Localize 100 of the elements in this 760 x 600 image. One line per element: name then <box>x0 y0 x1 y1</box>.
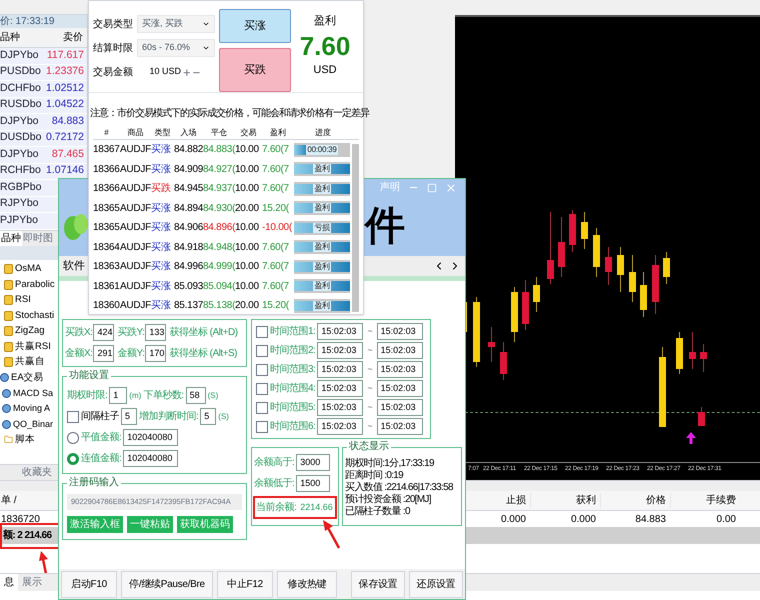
buy-down-button[interactable]: 买跌 <box>219 48 291 92</box>
progress-text: 00:00:39 <box>306 144 338 155</box>
time-field[interactable]: 15:02:03 <box>376 418 423 435</box>
input-field[interactable]: 102040080 <box>123 450 178 467</box>
table-cell-text: 0.00 <box>716 512 737 526</box>
navigator-item[interactable]: RSI <box>15 293 31 308</box>
time-field[interactable]: 15:02:03 <box>317 361 364 378</box>
banner-title: 件 <box>365 206 405 246</box>
dropdown[interactable]: 买涨, 买跌 <box>137 15 215 33</box>
candlestick <box>522 280 529 330</box>
table-cell-text: AUDJF <box>120 182 151 196</box>
navigator-item[interactable]: EA交易 <box>11 370 44 385</box>
bid-price: 1.02512 <box>45 80 85 96</box>
time-field[interactable]: 15:02:03 <box>317 342 364 359</box>
column-header: # <box>103 127 110 139</box>
field-label: 交易类型 <box>93 18 134 32</box>
checkbox[interactable] <box>256 344 268 356</box>
range-separator: ~ <box>366 420 374 433</box>
arrow-up-icon <box>685 431 697 445</box>
panel-tab[interactable]: 即时图 <box>22 230 54 246</box>
input-field[interactable]: 1 <box>109 387 128 404</box>
input-field[interactable]: 102040080 <box>123 429 178 446</box>
status-line: 期权时间:1分,17:33:19 <box>345 458 435 470</box>
field-label: 时间范围4: <box>270 382 316 396</box>
symbol-text[interactable]: PUSDbo <box>0 64 40 80</box>
time-field[interactable]: 15:02:03 <box>317 399 364 416</box>
navigator-item[interactable]: Parabolic <box>15 278 55 292</box>
navigator-item[interactable]: QO_Binar <box>13 418 54 431</box>
candlestick <box>698 406 705 426</box>
toolbar-button[interactable]: 还原设置 <box>409 571 463 598</box>
input-field[interactable]: 58 <box>186 387 206 404</box>
symbol-text[interactable]: DJPYbo <box>0 146 40 163</box>
symbol-text[interactable]: RUSDbo <box>0 97 40 114</box>
navigator-item[interactable]: MACD Sa <box>13 386 54 400</box>
table-cell-text: 10.00 <box>235 240 260 255</box>
time-field[interactable]: 15:02:03 <box>376 399 423 416</box>
amount-field[interactable]: 10 USD <box>137 65 181 79</box>
terminal-tab[interactable]: 息 <box>0 574 18 591</box>
navigator-item[interactable]: Moving A <box>13 402 50 416</box>
checkbox[interactable] <box>256 364 268 376</box>
symbol-text[interactable]: RCHFbo <box>0 163 40 180</box>
checkbox[interactable] <box>256 326 268 338</box>
symbol-text[interactable]: DJPYbo <box>0 114 40 130</box>
input-field[interactable]: 5 <box>121 408 137 425</box>
toolbar-button[interactable]: 中止F12 <box>217 571 273 598</box>
checkbox[interactable] <box>256 402 268 414</box>
menu-tab[interactable]: 软件 <box>63 258 85 274</box>
navigator-item[interactable]: ZigZag <box>15 324 45 338</box>
time-field[interactable]: 15:02:03 <box>376 380 423 397</box>
indicator-icon <box>4 310 13 321</box>
bid-price: 1.04522 <box>45 97 85 112</box>
radio-label: 平值金额: <box>81 430 122 445</box>
input-field[interactable]: 5 <box>200 408 216 425</box>
input-field[interactable]: 1500 <box>296 475 330 492</box>
navigator-item[interactable]: 共赢RSI <box>15 340 51 354</box>
toolbar-button[interactable]: 修改热键 <box>277 571 337 598</box>
toolbar-button[interactable]: 停/继续Pause/Bre <box>121 571 213 598</box>
input-field[interactable]: 170 <box>145 345 166 362</box>
indicator-icon <box>4 264 13 274</box>
input-field[interactable]: 3000 <box>296 454 330 471</box>
time-field[interactable]: 15:02:03 <box>317 380 364 397</box>
field-label: 时间范围1: <box>270 324 316 339</box>
checkbox[interactable] <box>67 410 79 422</box>
table-cell-text: 7.60(7 <box>262 182 290 196</box>
status-line: 预计投资金额 :20[MJ] <box>345 494 432 506</box>
terminal-tab[interactable]: 展示 <box>18 574 46 591</box>
navigator-item[interactable]: OsMA <box>15 262 42 276</box>
navigator-item[interactable]: 脚本 <box>15 432 35 447</box>
symbol-text[interactable]: DUSDbo <box>0 130 40 146</box>
radio-button[interactable] <box>67 452 79 464</box>
toolbar-button[interactable]: 启动F10 <box>61 571 117 598</box>
input-field[interactable]: 424 <box>93 324 114 341</box>
indicator-icon <box>4 326 13 336</box>
table-cell-text: 84.937( <box>203 182 235 196</box>
toolbar-button[interactable]: 保存设置 <box>351 571 405 598</box>
dropdown[interactable]: 60s - 76.0% <box>137 39 215 57</box>
symbol-text[interactable]: DCHFbo <box>0 80 40 97</box>
navigator-item[interactable]: Stochasti <box>15 308 54 323</box>
time-field[interactable]: 15:02:03 <box>376 342 423 359</box>
time-field[interactable]: 15:02:03 <box>317 418 364 435</box>
checkbox[interactable] <box>256 420 268 432</box>
checkbox[interactable] <box>256 382 268 394</box>
time-field[interactable]: 15:02:03 <box>376 323 423 340</box>
time-field[interactable]: 15:02:03 <box>376 361 423 378</box>
input-field[interactable]: 133 <box>145 324 166 341</box>
buy-up-button[interactable]: 买涨 <box>219 9 291 43</box>
table-cell-text: 84.896( <box>203 221 235 236</box>
unit-label: (S) <box>208 390 218 402</box>
stepper-control[interactable]: + <box>183 66 191 78</box>
panel-tab[interactable]: 品种 <box>0 230 22 246</box>
input-field[interactable]: 291 <box>93 345 114 362</box>
stepper-control[interactable]: − <box>192 66 200 78</box>
progress-text: 亏损 <box>313 222 331 233</box>
table-cell-text: 84.909 <box>174 162 203 177</box>
symbol-text[interactable]: DJPYbo <box>0 48 40 64</box>
navigator-item[interactable]: 共赢自 <box>15 355 45 370</box>
time-field[interactable]: 15:02:03 <box>317 323 364 340</box>
column-header: 卖价 <box>62 30 84 45</box>
radio-button[interactable] <box>67 432 79 444</box>
trade-type: 买涨 <box>151 142 172 158</box>
